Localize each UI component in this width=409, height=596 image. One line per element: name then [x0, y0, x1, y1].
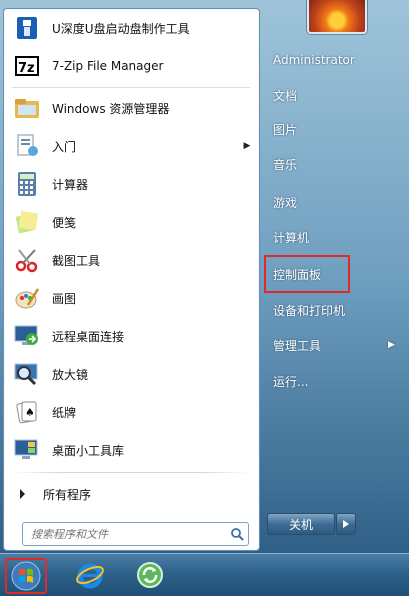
place-label: 文档 — [273, 88, 298, 103]
place-label: 图片 — [273, 122, 298, 137]
magnifier-icon — [12, 359, 42, 389]
divider — [12, 87, 250, 88]
place-computer[interactable]: 计算机 — [273, 224, 309, 250]
user-avatar-flower[interactable] — [307, 0, 367, 34]
taskbar — [0, 553, 409, 596]
shutdown-options-button[interactable] — [336, 513, 356, 535]
search-box — [22, 522, 249, 546]
all-programs-label: 所有程序 — [43, 487, 92, 502]
menu-item-explorer[interactable]: Windows 资源管理器 — [10, 91, 253, 125]
menu-item-label: 计算器 — [52, 177, 89, 192]
menu-item-label: 截图工具 — [52, 253, 101, 268]
place-run[interactable]: 运行... — [273, 368, 308, 394]
all-programs-button[interactable]: 所有程序 — [10, 481, 253, 507]
place-music[interactable]: 音乐 — [273, 151, 297, 177]
menu-item-label: 纸牌 — [52, 405, 77, 420]
search-icon[interactable] — [226, 527, 248, 541]
control-panel-highlight-box — [264, 255, 350, 293]
submenu-arrow-icon: ▶ — [243, 141, 251, 151]
menu-item-label: 远程桌面连接 — [52, 329, 125, 344]
place-label: 音乐 — [273, 157, 298, 172]
place-documents[interactable]: 文档 — [273, 82, 297, 108]
paint-icon — [12, 283, 42, 313]
sticky-notes-icon — [12, 207, 42, 237]
shutdown-button[interactable]: 关机 — [267, 513, 335, 535]
svg-text:♠: ♠ — [25, 406, 35, 419]
windows-start-icon — [11, 561, 41, 591]
place-label: 运行... — [273, 374, 309, 389]
place-admin-tools[interactable]: 管理工具 ▶ — [273, 332, 395, 358]
place-administrator[interactable]: Administrator — [273, 47, 355, 73]
cards-icon: ♠ — [12, 397, 42, 427]
menu-item-calculator[interactable]: 计算器 — [10, 167, 253, 201]
folder-explorer-icon — [12, 93, 42, 123]
place-label: Administrator — [273, 53, 355, 67]
menu-item-label: U深度U盘启动盘制作工具 — [52, 21, 190, 36]
place-label: 设备和打印机 — [273, 303, 346, 318]
usb-drive-icon — [12, 13, 42, 43]
menu-item-label: Windows 资源管理器 — [52, 101, 170, 116]
menu-item-solitaire[interactable]: ♠ 纸牌 — [10, 395, 253, 429]
internet-explorer-icon — [76, 563, 104, 589]
menu-item-label: 桌面小工具库 — [52, 443, 125, 458]
place-label: 游戏 — [273, 195, 298, 210]
green-refresh-icon — [137, 562, 163, 588]
menu-item-gadgets[interactable]: 桌面小工具库 — [10, 433, 253, 467]
gadgets-icon — [12, 435, 42, 465]
place-label: 计算机 — [273, 230, 310, 245]
place-pictures[interactable]: 图片 — [273, 116, 297, 142]
menu-item-7zip[interactable]: 7z 7-Zip File Manager — [10, 49, 253, 83]
menu-item-label: 画图 — [52, 291, 77, 306]
place-label: 管理工具 — [273, 338, 322, 353]
menu-item-udeep[interactable]: U深度U盘启动盘制作工具 — [10, 11, 253, 45]
menu-item-label: 便笺 — [52, 215, 77, 230]
menu-item-label: 7-Zip File Manager — [52, 59, 164, 73]
shutdown-label: 关机 — [288, 517, 313, 532]
remote-desktop-icon — [12, 321, 42, 351]
start-button[interactable] — [5, 558, 47, 594]
menu-item-label: 放大镜 — [52, 367, 89, 382]
taskbar-app-button[interactable] — [132, 558, 168, 592]
7zip-icon: 7z — [12, 51, 42, 81]
search-input[interactable] — [29, 526, 226, 542]
scissors-icon — [12, 245, 42, 275]
menu-item-sticky-notes[interactable]: 便笺 — [10, 205, 253, 239]
getting-started-icon — [12, 131, 42, 161]
menu-item-magnifier[interactable]: 放大镜 — [10, 357, 253, 391]
shutdown-arrow-icon — [343, 520, 349, 528]
calculator-icon — [12, 169, 42, 199]
menu-item-paint[interactable]: 画图 — [10, 281, 253, 315]
programs-pane: U深度U盘启动盘制作工具 7z 7-Zip File Manager Windo… — [3, 8, 260, 551]
taskbar-ie-button[interactable] — [72, 558, 108, 592]
start-menu: U深度U盘启动盘制作工具 7z 7-Zip File Manager Windo… — [0, 0, 409, 553]
menu-item-label: 入门 — [52, 139, 77, 154]
svg-text:7z: 7z — [18, 61, 35, 76]
expand-triangle-icon — [20, 489, 25, 499]
place-devices-printers[interactable]: 设备和打印机 — [273, 297, 345, 323]
divider — [12, 472, 250, 473]
menu-item-snipping-tool[interactable]: 截图工具 — [10, 243, 253, 277]
place-games[interactable]: 游戏 — [273, 189, 297, 215]
menu-item-remote-desktop[interactable]: 远程桌面连接 — [10, 319, 253, 353]
menu-item-getting-started[interactable]: 入门 ▶ — [10, 129, 253, 163]
submenu-arrow-icon: ▶ — [388, 340, 395, 350]
